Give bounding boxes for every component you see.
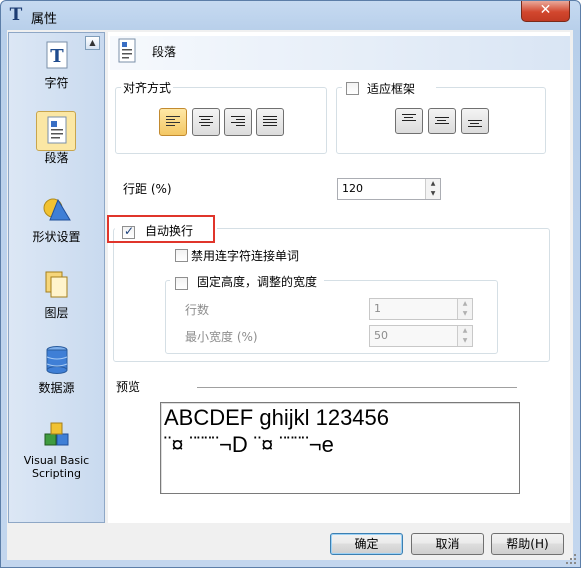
sidebar-item-label: 数据源 [38,381,75,395]
preview-line-1: ABCDEF ghijkl 123456 [164,405,390,430]
fit-frame-label: 适应框架 [367,82,416,96]
shape-settings-icon [43,198,71,221]
valign-bottom-icon [468,120,482,132]
disable-hyphen-checkbox[interactable] [175,249,188,262]
preview-divider [197,387,517,388]
align-center-button[interactable] [192,108,220,136]
paragraph-icon [47,116,66,144]
align-left-button[interactable] [159,108,187,136]
sidebar-item-datasource[interactable]: 数据源 [8,345,105,396]
valign-middle-button[interactable] [428,108,456,134]
highlight-box [107,215,215,243]
ok-button[interactable]: 确定 [330,533,403,555]
layer-icon [45,271,67,298]
preview-line-2: ¨¤ ¨¨¨¨¬D ¨¤ ¨¨¨¨¬e [164,432,334,457]
valign-bottom-button[interactable] [461,108,489,134]
cancel-button[interactable]: 取消 [411,533,484,555]
min-width-stepper[interactable]: 50 ▲ ▼ [369,325,473,347]
datasource-icon [46,346,67,374]
fit-frame-checkbox[interactable] [346,82,359,95]
align-left-icon [166,116,180,128]
sidebar-item-shape-settings[interactable]: 形状设置 [8,194,105,245]
align-right-button[interactable] [224,108,252,136]
paragraph-header-icon [118,38,136,63]
min-width-label: 最小宽度 (%) [185,330,258,344]
close-button[interactable]: ✕ [521,1,570,22]
sidebar-item-label: 图层 [44,306,69,320]
line-spacing-label: 行距 (%) [123,182,172,196]
sidebar-item-vbscript[interactable]: Visual Basic Scripting [8,420,105,480]
sidebar-item-paragraph[interactable]: 段落 [8,111,105,166]
sidebar-item-label: 字符 [44,76,69,90]
panel-title: 段落 [152,45,177,59]
spin-up-icon[interactable]: ▲ [425,179,440,189]
valign-middle-icon [435,117,449,129]
align-justify-icon [263,116,277,128]
spin-up-icon[interactable]: ▲ [457,326,472,336]
resize-grip-icon[interactable] [565,553,577,565]
spin-down-icon[interactable]: ▼ [457,309,472,319]
fixed-height-label: 固定高度，调整的宽度 [197,275,318,289]
preview-label: 预览 [116,380,141,394]
rows-stepper[interactable]: 1 ▲ ▼ [369,298,473,320]
valign-top-button[interactable] [395,108,423,134]
sidebar-item-label: 形状设置 [32,230,81,244]
align-right-icon [231,116,245,128]
window-title: 属性 [31,12,58,27]
line-spacing-value: 120 [342,182,363,195]
sidebar-item-character[interactable]: T 字符 [8,40,105,91]
valign-top-icon [402,114,416,126]
rows-label: 行数 [185,303,210,317]
app-text-icon: T [9,5,23,25]
sidebar-item-layer[interactable]: 图层 [8,270,105,321]
svg-text:T: T [50,46,64,67]
character-icon: T [46,41,67,69]
align-justify-button[interactable] [256,108,284,136]
sidebar-item-label: 段落 [44,151,69,165]
sidebar-item-label-line1: Visual Basic [23,454,90,467]
help-button[interactable]: 帮助(H) [491,533,564,555]
min-width-value: 50 [374,329,388,342]
rows-value: 1 [374,302,381,315]
fixed-height-checkbox[interactable] [175,277,188,290]
spin-down-icon[interactable]: ▼ [457,336,472,346]
line-spacing-stepper[interactable]: 120 ▲ ▼ [337,178,441,200]
spin-down-icon[interactable]: ▼ [425,189,440,199]
sidebar-item-label-line2: Scripting [32,467,81,480]
align-center-icon [199,116,213,128]
title-bar[interactable]: T 属性 ✕ [1,1,580,31]
panel-header [110,36,570,70]
vbscript-icon [44,422,68,446]
disable-hyphen-label: 禁用连字符连接单词 [191,249,300,263]
spin-up-icon[interactable]: ▲ [457,299,472,309]
alignment-group [115,87,327,154]
alignment-group-label: 对齐方式 [121,79,174,96]
